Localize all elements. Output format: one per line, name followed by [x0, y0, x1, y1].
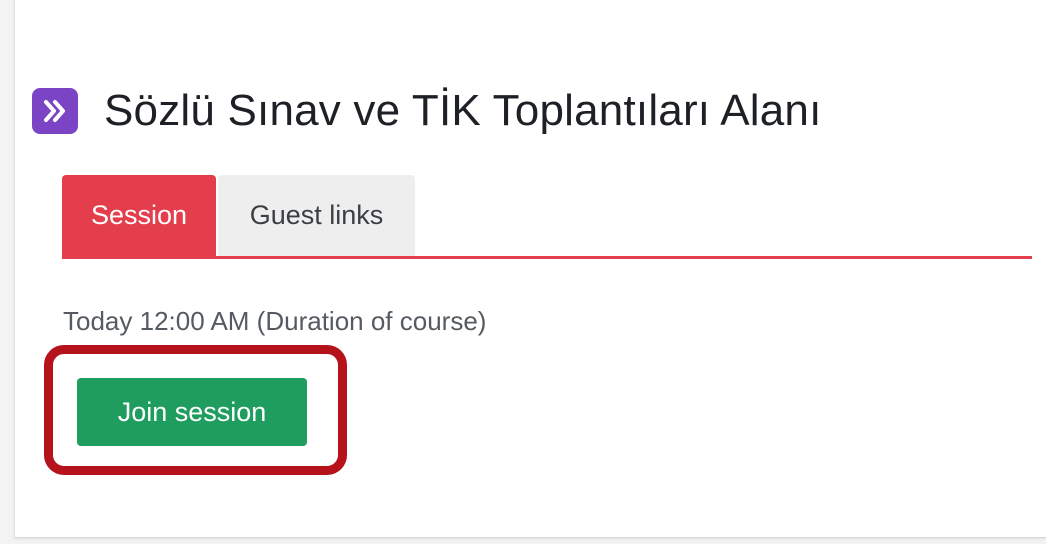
activity-card [14, 0, 1046, 538]
session-tabs: Session Guest links [62, 175, 1032, 259]
session-time-text: Today 12:00 AM (Duration of course) [63, 306, 487, 336]
tab-guest-links[interactable]: Guest links [218, 175, 415, 256]
page-background: Sözlü Sınav ve TİK Toplantıları Alanı Se… [0, 0, 1046, 544]
join-session-button[interactable]: Join session [77, 378, 307, 446]
page-title: Sözlü Sınav ve TİK Toplantıları Alanı [104, 86, 822, 135]
double-chevron-right-icon [44, 100, 65, 122]
activity-header: Sözlü Sınav ve TİK Toplantıları Alanı [32, 86, 822, 136]
tab-session[interactable]: Session [62, 175, 216, 256]
bigbluebutton-activity-icon [32, 88, 78, 134]
